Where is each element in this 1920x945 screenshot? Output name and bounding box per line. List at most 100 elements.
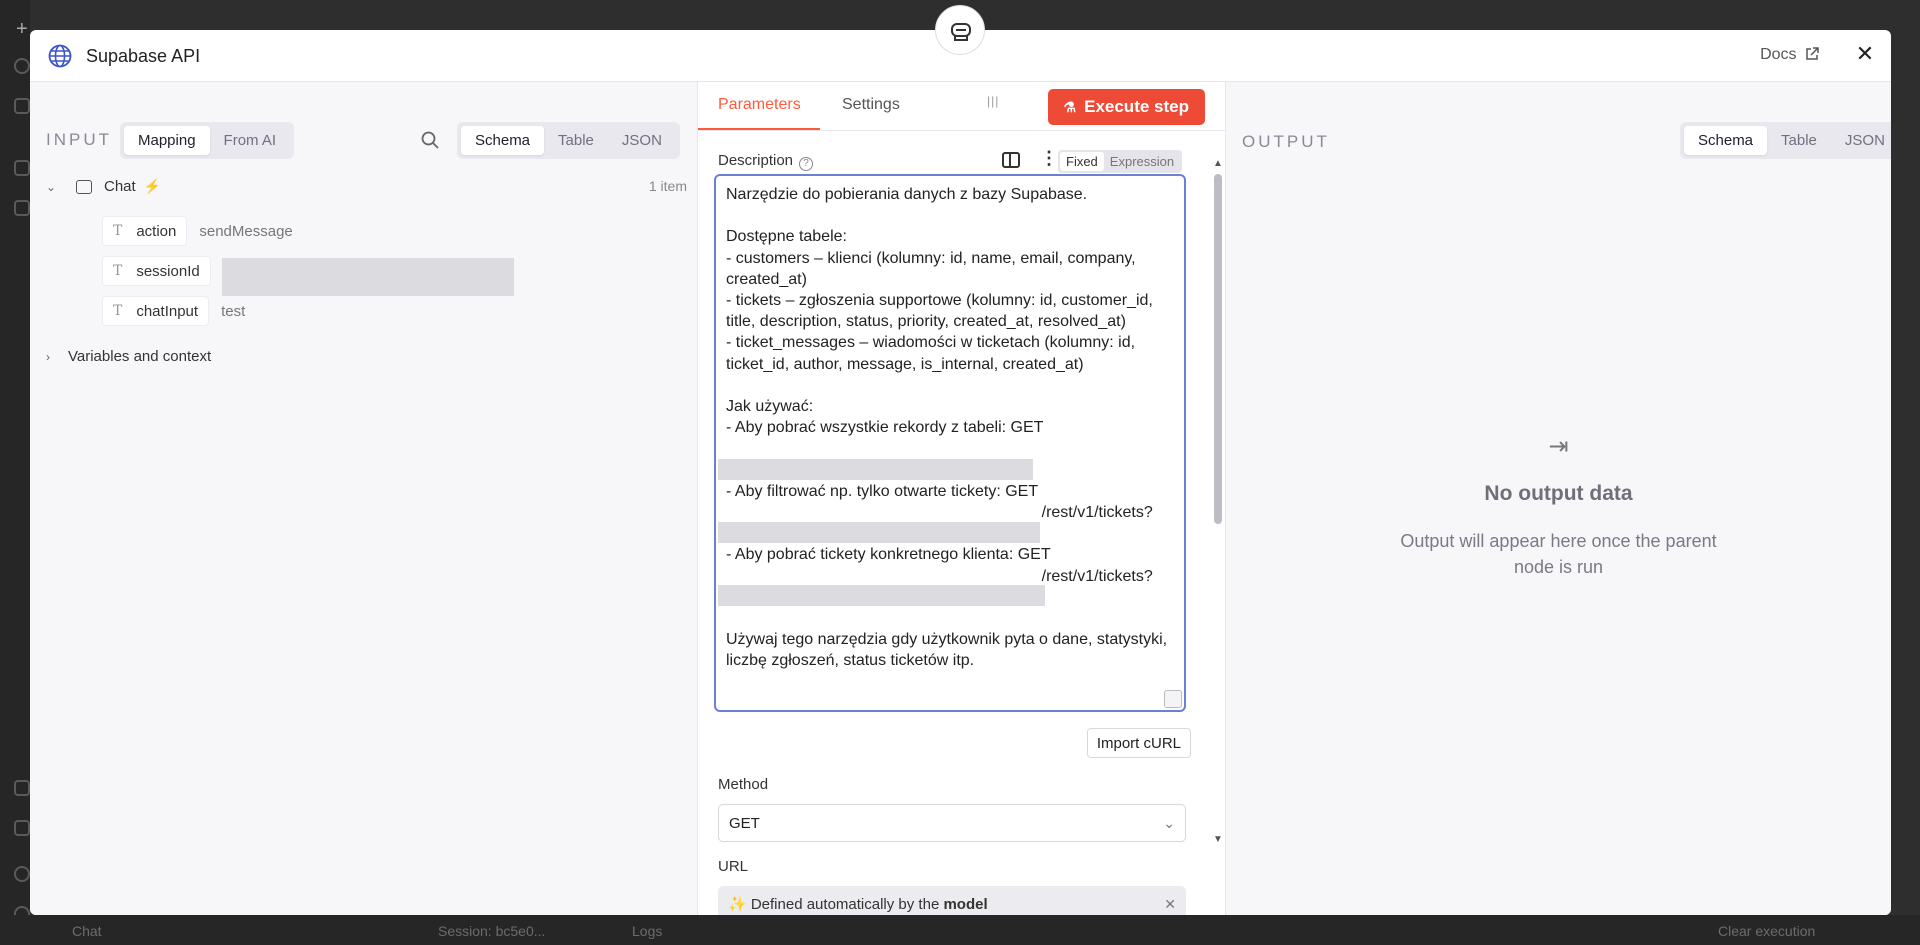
search-icon[interactable]	[420, 130, 440, 150]
url-label: URL	[718, 858, 749, 875]
field-action[interactable]: Taction sendMessage	[102, 216, 293, 246]
tab-settings[interactable]: Settings	[842, 96, 900, 114]
templates-icon[interactable]	[14, 780, 30, 796]
clear-icon[interactable]: ✕	[1164, 896, 1176, 913]
arrow-to-line-icon: ⇥	[1548, 433, 1569, 460]
app-sidebar: +	[0, 0, 30, 945]
tab-from-ai[interactable]: From AI	[210, 126, 291, 155]
search-icon[interactable]	[14, 58, 30, 74]
variables-context-row[interactable]: › Variables and context	[46, 348, 211, 365]
tab-mapping[interactable]: Mapping	[124, 126, 210, 155]
scrollbar[interactable]: ▲ ▼	[1212, 158, 1224, 848]
chevron-down-icon: ⌄	[1163, 814, 1175, 831]
description-label: Description?	[718, 152, 814, 171]
field-key-label: chatInput	[136, 302, 199, 320]
active-tab-indicator	[698, 128, 820, 130]
field-key-chatinput[interactable]: TchatInput	[102, 296, 210, 326]
description-label-text: Description	[718, 152, 794, 169]
text-type-icon: T	[113, 303, 123, 319]
tab-parameters[interactable]: Parameters	[718, 96, 801, 114]
field-key-label: sessionId	[136, 262, 200, 280]
field-chatinput[interactable]: TchatInput test	[102, 296, 245, 326]
input-panel: INPUT Mapping From AI Schema Table JSON …	[30, 82, 698, 915]
node-name: Chat	[104, 178, 136, 195]
input-mode-tabs: Mapping From AI	[120, 122, 295, 159]
docs-link[interactable]: Docs	[1760, 46, 1819, 64]
help-icon[interactable]	[14, 866, 30, 882]
scroll-up-icon[interactable]: ▲	[1212, 158, 1224, 169]
scrollbar-thumb[interactable]	[1214, 174, 1222, 524]
field-key-action[interactable]: Taction	[102, 216, 188, 246]
execute-step-button[interactable]: ⚗ Execute step	[1047, 89, 1205, 125]
chat-bubble-icon	[76, 179, 92, 194]
node-chat-row[interactable]: ⌄ Chat ⚡	[46, 178, 161, 195]
field-sessionid[interactable]: TsessionId	[102, 256, 211, 286]
no-output-title: No output data	[1484, 482, 1633, 505]
bottom-bar: Chat Session: bc5e0... Logs Clear execut…	[0, 915, 1920, 945]
field-value: sendMessage	[199, 222, 293, 240]
description-editor[interactable]: Narzędzie do pobierania danych z bazy Su…	[714, 174, 1186, 712]
bottom-clear-execution[interactable]: Clear execution	[1718, 923, 1815, 939]
tab-table[interactable]: Table	[1767, 126, 1831, 155]
home-icon[interactable]	[14, 160, 30, 176]
url-auto-text: ✨ Defined automatically by the model	[728, 895, 988, 913]
import-curl-button[interactable]: Import cURL	[1086, 728, 1191, 758]
url-auto-model: model	[943, 896, 988, 913]
ai-agent-icon[interactable]	[935, 5, 985, 55]
bottom-chat-label[interactable]: Chat	[72, 923, 102, 939]
scroll-down-icon[interactable]: ▼	[1212, 834, 1224, 845]
external-link-icon	[1806, 47, 1819, 60]
field-value: test	[221, 302, 246, 320]
fixed-expression-toggle: Fixed Expression	[1058, 150, 1183, 173]
trigger-bolt-icon: ⚡	[143, 178, 162, 194]
close-icon[interactable]: ✕	[1853, 42, 1877, 66]
url-auto-prefix: ✨ Defined automatically by the	[728, 896, 940, 913]
no-output-subtitle: Output will appear here once the parent …	[1400, 531, 1717, 577]
toggle-expression[interactable]: Expression	[1104, 152, 1180, 171]
output-view-tabs: Schema Table JSON	[1680, 122, 1891, 159]
chat-icon[interactable]	[14, 200, 30, 216]
drag-handle-icon[interactable]: |||	[987, 94, 999, 108]
help-icon[interactable]: ?	[799, 157, 814, 171]
redacted-url	[718, 522, 1040, 543]
tab-schema[interactable]: Schema	[1684, 126, 1768, 155]
redacted-url	[718, 459, 1033, 480]
tab-json[interactable]: JSON	[1831, 126, 1891, 155]
split-view-icon[interactable]	[1002, 152, 1020, 168]
output-label: OUTPUT	[1242, 132, 1330, 151]
tab-json[interactable]: JSON	[608, 126, 676, 155]
text-type-icon: T	[113, 263, 123, 279]
field-key-sessionid[interactable]: TsessionId	[102, 256, 211, 286]
redacted-url	[718, 585, 1045, 606]
tab-table[interactable]: Table	[544, 126, 608, 155]
panel-icon[interactable]	[14, 98, 30, 114]
more-options-icon[interactable]: ⋮	[1040, 148, 1058, 169]
method-value: GET	[729, 814, 760, 832]
globe-icon	[48, 44, 72, 68]
execute-step-label: Execute step	[1084, 97, 1189, 116]
method-select[interactable]: GET ⌄	[718, 804, 1186, 842]
text-type-icon: T	[113, 223, 123, 239]
modal-title: Supabase API	[86, 46, 201, 66]
method-label: Method	[718, 776, 769, 793]
input-view-tabs: Schema Table JSON	[457, 122, 680, 159]
bottom-logs-label[interactable]: Logs	[632, 923, 662, 939]
parameters-panel: Parameters Settings ⚗ Execute step Descr…	[698, 82, 1226, 915]
variables-label: Variables and context	[68, 348, 212, 365]
bottom-session-label: Session: bc5e0...	[438, 923, 546, 939]
plus-icon[interactable]: +	[16, 18, 28, 41]
item-count: 1 item	[648, 178, 687, 194]
tab-schema[interactable]: Schema	[461, 126, 545, 155]
docs-label: Docs	[1760, 46, 1797, 63]
toggle-fixed[interactable]: Fixed	[1060, 152, 1104, 171]
url-auto-field[interactable]: ✨ Defined automatically by the model ✕	[718, 886, 1186, 915]
chevron-right-icon[interactable]: ›	[46, 350, 60, 364]
tabs-divider	[698, 130, 1225, 131]
flask-icon: ⚗	[1063, 98, 1077, 115]
output-panel: OUTPUT Schema Table JSON ⇥ No output dat…	[1226, 82, 1891, 915]
insights-icon[interactable]	[14, 820, 30, 836]
field-key-label: action	[136, 222, 177, 240]
resize-handle-icon[interactable]	[1164, 690, 1182, 708]
chevron-down-icon[interactable]: ⌄	[46, 180, 60, 194]
node-modal: Supabase API Docs ✕ INPUT Mapping From A…	[30, 30, 1891, 915]
